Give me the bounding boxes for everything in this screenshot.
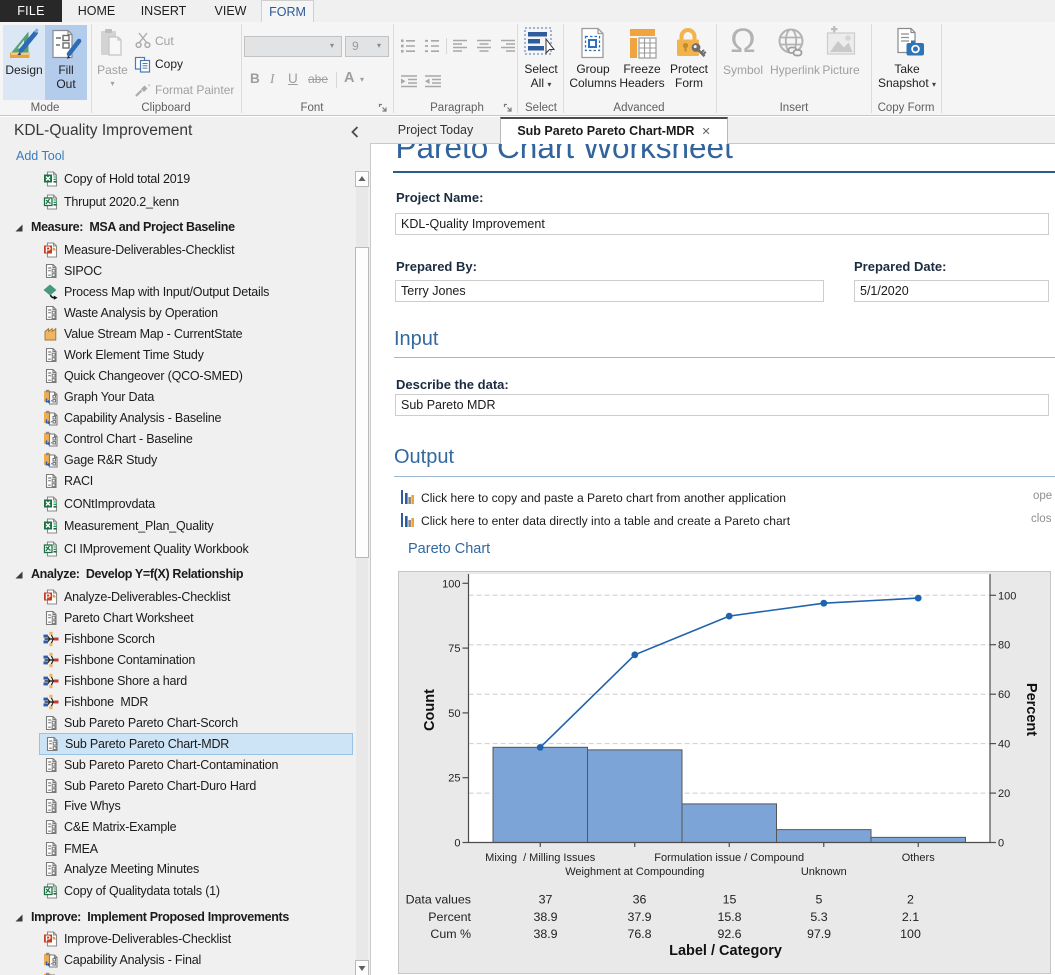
svg-text:60: 60 <box>998 689 1010 701</box>
svg-text:75: 75 <box>448 643 460 655</box>
svg-text:5: 5 <box>816 893 823 907</box>
svg-text:25: 25 <box>448 773 460 785</box>
svg-text:Label / Category: Label / Category <box>669 943 782 959</box>
svg-text:Percent: Percent <box>428 910 471 924</box>
svg-text:100: 100 <box>900 927 921 941</box>
svg-text:36: 36 <box>633 893 647 907</box>
svg-text:76.8: 76.8 <box>627 927 651 941</box>
svg-text:5.3: 5.3 <box>810 910 827 924</box>
svg-text:38.9: 38.9 <box>533 910 557 924</box>
svg-text:37: 37 <box>539 893 553 907</box>
svg-text:15.8: 15.8 <box>717 910 741 924</box>
svg-text:38.9: 38.9 <box>533 927 557 941</box>
svg-text:2: 2 <box>907 893 914 907</box>
svg-text:92.6: 92.6 <box>717 927 741 941</box>
svg-text:40: 40 <box>998 739 1010 751</box>
svg-text:80: 80 <box>998 640 1010 652</box>
svg-text:0: 0 <box>998 838 1004 850</box>
svg-text:Formulation issue / Compound: Formulation issue / Compound <box>654 852 804 864</box>
svg-text:Count: Count <box>422 689 438 731</box>
svg-text:Others: Others <box>902 852 936 864</box>
svg-text:Cum %: Cum % <box>430 927 471 941</box>
svg-text:100: 100 <box>442 578 460 590</box>
svg-text:Unknown: Unknown <box>801 866 847 878</box>
svg-text:37.9: 37.9 <box>627 910 651 924</box>
svg-text:50: 50 <box>448 708 460 720</box>
svg-text:97.9: 97.9 <box>807 927 831 941</box>
svg-text:Percent: Percent <box>1023 683 1039 736</box>
svg-text:0: 0 <box>454 838 460 850</box>
svg-text:Weighment at Compounding: Weighment at Compounding <box>565 866 704 878</box>
svg-text:100: 100 <box>998 590 1016 602</box>
svg-text:Mixing / Milling Issues: Mixing / Milling Issues <box>485 852 596 864</box>
svg-text:20: 20 <box>998 788 1010 800</box>
svg-text:15: 15 <box>723 893 737 907</box>
svg-text:Data values: Data values <box>406 893 471 907</box>
svg-text:2.1: 2.1 <box>902 910 919 924</box>
